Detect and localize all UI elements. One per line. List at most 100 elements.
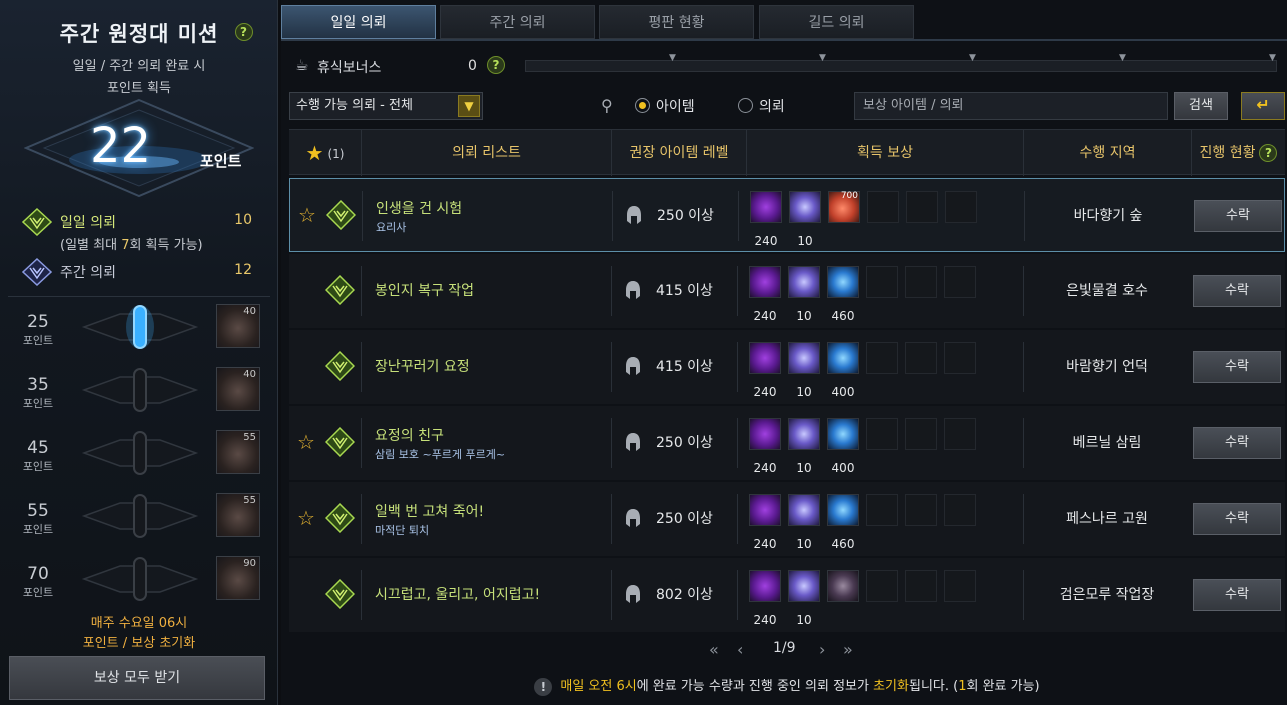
bar-tick-icon: ▼	[1269, 53, 1276, 63]
item-level: 250 이상	[656, 435, 713, 451]
favorites-header[interactable]: ★ (1)	[289, 130, 361, 176]
accept-button[interactable]: 수락	[1193, 579, 1281, 611]
reward-slot-empty	[905, 418, 937, 450]
accept-button[interactable]: 수락	[1193, 427, 1281, 459]
tab-bar: 일일 의뢰 주간 의뢰 평판 현황 길드 의뢰	[281, 5, 1287, 39]
reward-slot-empty	[945, 191, 977, 223]
first-page-icon[interactable]: «	[709, 640, 719, 659]
help-icon[interactable]: ?	[1259, 144, 1278, 162]
tier-reward-item[interactable]: 55	[216, 430, 260, 474]
reward-count: 10	[797, 234, 813, 248]
tab-daily-quests[interactable]: 일일 의뢰	[281, 5, 436, 39]
tab-reputation[interactable]: 평판 현황	[599, 5, 754, 39]
divider	[361, 418, 362, 468]
footer-text-3: 회 완료 가능)	[966, 679, 1040, 694]
reward-item[interactable]	[827, 342, 859, 374]
reward-item[interactable]: 700	[828, 191, 860, 223]
tier-reward-item[interactable]: 55	[216, 493, 260, 537]
help-icon[interactable]: ?	[235, 23, 253, 41]
pagination: « ‹ 1/9 › »	[709, 640, 869, 662]
reward-item[interactable]	[827, 266, 859, 298]
item-level: 415 이상	[656, 359, 713, 375]
reward-item[interactable]	[827, 418, 859, 450]
reward-count: 460	[831, 309, 855, 323]
header-quest-list[interactable]: 의뢰 리스트	[361, 130, 611, 176]
tier-points: 45	[27, 438, 49, 458]
tier-reward-item[interactable]: 40	[216, 367, 260, 411]
radio-quest[interactable]: 의뢰	[738, 96, 785, 116]
reward-item[interactable]	[827, 494, 859, 526]
table-row[interactable]: 봉인지 복구 작업 415 이상 240 10 460 은빛물결 호수 수락	[289, 254, 1285, 328]
footer-reset: 초기화	[873, 679, 909, 694]
reward-count: 240	[753, 613, 777, 627]
radio-quest-label: 의뢰	[759, 99, 785, 115]
header-region[interactable]: 수행 지역	[1023, 130, 1191, 176]
reward-item[interactable]	[749, 570, 781, 602]
weekly-quest-category: 주간 의뢰 12	[22, 258, 252, 286]
table-row[interactable]: ☆ 일백 번 고쳐 죽어! 마적단 퇴치 250 이상 240 10 460 페스나르 고원 수…	[289, 482, 1285, 556]
reward-item[interactable]	[749, 342, 781, 374]
accept-button[interactable]: 수락	[1194, 200, 1282, 232]
table-row[interactable]: 시끄럽고, 울리고, 어지럽고! 802 이상 240 10 검은모루 작업장 수락	[289, 558, 1285, 632]
quest-region: 페스나르 고원	[1066, 511, 1148, 527]
reward-item[interactable]	[788, 342, 820, 374]
helmet-icon	[626, 281, 640, 299]
reward-item[interactable]	[788, 266, 820, 298]
footer-time: 매일 오전 6시	[560, 679, 637, 694]
next-page-icon[interactable]: ›	[819, 640, 825, 659]
help-icon[interactable]: ?	[487, 56, 505, 74]
quest-region: 바람향기 언덕	[1066, 359, 1148, 375]
return-icon[interactable]: ↵	[1241, 92, 1285, 120]
favorite-star-icon[interactable]: ☆	[297, 430, 315, 454]
reward-item[interactable]	[749, 494, 781, 526]
quest-name: 시끄럽고, 울리고, 어지럽고!	[375, 587, 541, 603]
tier-reward-item[interactable]: 90	[216, 556, 260, 600]
quest-icon	[325, 427, 355, 457]
search-button[interactable]: 검색	[1174, 92, 1228, 120]
item-level: 415 이상	[656, 283, 713, 299]
bar-tick-icon: ▼	[819, 53, 826, 63]
last-page-icon[interactable]: »	[843, 640, 853, 659]
quest-filter-select[interactable]: 수행 가능 의뢰 - 전체 ▼	[289, 92, 483, 120]
bar-tick-icon: ▼	[669, 53, 676, 63]
reset-line-2: 포인트 / 보상 초기화	[82, 636, 196, 651]
radio-item[interactable]: 아이템	[635, 96, 695, 116]
accept-button[interactable]: 수락	[1193, 503, 1281, 535]
header-item-level[interactable]: 권장 아이템 레벨	[611, 130, 746, 176]
reward-slot-empty	[944, 570, 976, 602]
reward-item[interactable]	[788, 418, 820, 450]
accept-button[interactable]: 수락	[1193, 351, 1281, 383]
reward-tier: 55 포인트 55	[8, 487, 270, 545]
reward-item[interactable]	[789, 191, 821, 223]
tab-weekly-quests[interactable]: 주간 의뢰	[440, 5, 595, 39]
chevron-down-icon[interactable]: ▼	[458, 95, 480, 117]
favorite-star-icon[interactable]: ☆	[298, 203, 316, 227]
tab-guild-quests[interactable]: 길드 의뢰	[759, 5, 914, 39]
reward-item[interactable]	[788, 494, 820, 526]
reward-item[interactable]	[788, 570, 820, 602]
quest-name: 봉인지 복구 작업	[375, 283, 475, 299]
quest-subtitle: 요리사	[376, 221, 407, 234]
divider	[611, 418, 612, 468]
reward-slot-empty	[906, 191, 938, 223]
reward-slot-empty	[866, 342, 898, 374]
reward-item[interactable]	[749, 418, 781, 450]
weekly-mission-panel: 주간 원정대 미션 ? 일일 / 주간 의뢰 완료 시 포인트 획득 22 포인…	[0, 0, 278, 705]
radio-item-label: 아이템	[656, 99, 695, 115]
table-row[interactable]: 장난꾸러기 요정 415 이상 240 10 400 바람향기 언덕 수락	[289, 330, 1285, 404]
favorite-star-icon[interactable]: ☆	[297, 506, 315, 530]
favorites-count: (1)	[327, 147, 345, 161]
table-row[interactable]: ☆ 요정의 친구 삼림 보호 ~푸르게 푸르게~ 250 이상 240 10 400 베르닐 …	[289, 406, 1285, 480]
accept-button[interactable]: 수락	[1193, 275, 1281, 307]
reward-item[interactable]	[750, 191, 782, 223]
page-indicator: 1/9	[773, 640, 796, 656]
claim-all-rewards-button[interactable]: 보상 모두 받기	[9, 656, 265, 700]
reward-item[interactable]	[749, 266, 781, 298]
tier-reward-item[interactable]: 40	[216, 304, 260, 348]
search-input[interactable]: 보상 아이템 / 의뢰	[854, 92, 1168, 120]
panel-title-text: 주간 원정대 미션	[59, 22, 219, 46]
table-row[interactable]: ☆ 인생을 건 시험 요리사 250 이상 240 10 700 바다향기 숲 수락	[289, 178, 1285, 252]
rest-bonus: ☕ 휴식보너스 0 ? ▼ ▼ ▼ ▼ ▼	[291, 52, 1281, 78]
reward-item[interactable]	[827, 570, 859, 602]
prev-page-icon[interactable]: ‹	[737, 640, 743, 659]
